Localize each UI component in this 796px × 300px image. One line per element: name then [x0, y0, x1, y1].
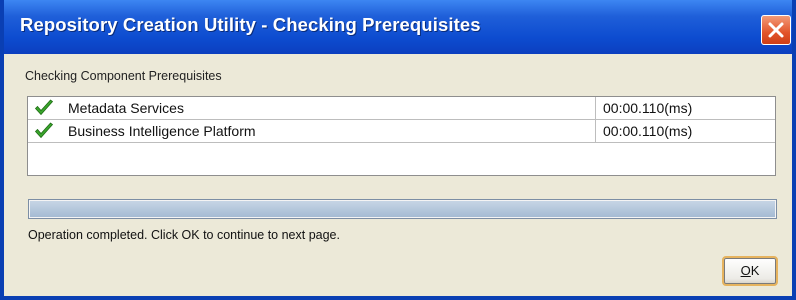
- window-title: Repository Creation Utility - Checking P…: [20, 14, 481, 35]
- list-item[interactable]: Metadata Services 00:00.110(ms): [28, 97, 775, 120]
- green-check-icon: [34, 99, 54, 116]
- component-name: Business Intelligence Platform: [68, 123, 256, 139]
- component-time: 00:00.110(ms): [603, 123, 693, 139]
- close-button[interactable]: [761, 15, 791, 45]
- list-item[interactable]: Business Intelligence Platform 00:00.110…: [28, 120, 775, 143]
- title-bar[interactable]: Repository Creation Utility - Checking P…: [4, 0, 792, 54]
- ok-label-rest: K: [750, 263, 760, 278]
- ok-mnemonic: O: [740, 263, 751, 278]
- component-name: Metadata Services: [68, 100, 184, 116]
- progress-bar-fill: [30, 201, 775, 217]
- progress-bar: [28, 199, 777, 219]
- status-message: Operation completed. Click OK to continu…: [28, 228, 340, 242]
- ok-button[interactable]: OK: [722, 256, 778, 286]
- component-name-cell: Metadata Services: [28, 97, 596, 119]
- component-list: Metadata Services 00:00.110(ms) Business…: [27, 96, 776, 176]
- prerequisites-dialog: Repository Creation Utility - Checking P…: [0, 0, 796, 300]
- component-name-cell: Business Intelligence Platform: [28, 120, 596, 142]
- green-check-icon: [34, 122, 54, 139]
- component-time: 00:00.110(ms): [603, 100, 693, 116]
- dialog-body: Checking Component Prerequisites Metadat…: [4, 54, 792, 296]
- section-heading: Checking Component Prerequisites: [25, 69, 222, 83]
- close-x-icon: [768, 22, 784, 38]
